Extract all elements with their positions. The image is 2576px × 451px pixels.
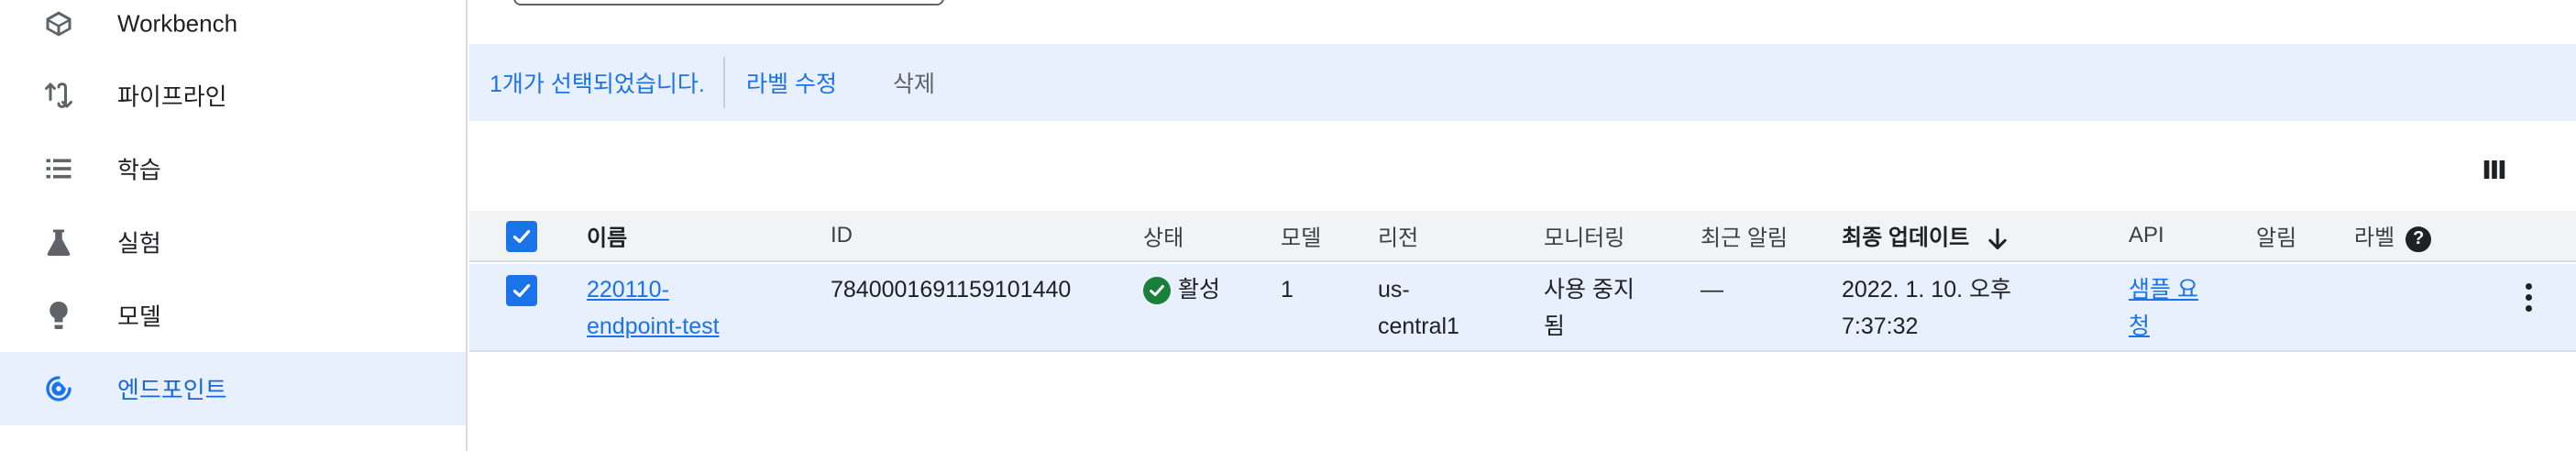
- status-cell: 활성: [1143, 271, 1220, 308]
- sidebar-item-label: 학습: [117, 156, 161, 184]
- table-header: 이름 ID 상태 모델 리전 모니터링 최근 알림 최종 업데이트 API 알림…: [469, 211, 2576, 262]
- delete-button[interactable]: 삭제: [893, 66, 935, 99]
- region-line1: us-: [1378, 277, 1410, 302]
- selection-action-bar: 1개가 선택되었습니다. 라벨 수정 삭제: [469, 44, 2576, 121]
- monitoring-cell: 사용 중지 됨: [1544, 271, 1635, 345]
- select-all-checkbox[interactable]: [506, 221, 537, 252]
- last-update-line2: 7:37:32: [1842, 314, 1919, 339]
- last-update-line1: 2022. 1. 10. 오후: [1842, 277, 2012, 302]
- sidebar: Workbench 파이프라인 학습 실험 모델 엔드포인트: [0, 0, 468, 451]
- monitoring-line1: 사용 중지: [1544, 277, 1635, 302]
- region-line2: central1: [1378, 314, 1459, 339]
- edit-labels-button[interactable]: 라벨 수정: [746, 66, 837, 99]
- column-header-status[interactable]: 상태: [1143, 220, 1183, 252]
- row-checkbox[interactable]: [506, 275, 537, 306]
- column-header-recent-alerts[interactable]: 최근 알림: [1701, 220, 1788, 252]
- column-header-id[interactable]: ID: [831, 223, 853, 248]
- more-actions-icon[interactable]: [2510, 275, 2547, 319]
- selection-count-text: 1개가 선택되었습니다.: [490, 72, 705, 97]
- sidebar-item-pipelines[interactable]: 파이프라인: [0, 59, 466, 132]
- sample-request-line1[interactable]: 샘플 요: [2129, 271, 2198, 308]
- sidebar-item-training[interactable]: 학습: [0, 132, 466, 205]
- sidebar-item-label: 실험: [117, 229, 161, 258]
- sidebar-item-models[interactable]: 모델: [0, 279, 466, 352]
- endpoint-name-link[interactable]: 220110- endpoint-test: [587, 271, 720, 345]
- sidebar-item-endpoints[interactable]: 엔드포인트: [0, 352, 466, 425]
- sort-descending-icon: [1988, 227, 2007, 249]
- sidebar-item-workbench[interactable]: Workbench: [0, 0, 466, 60]
- recent-alerts-cell: —: [1701, 277, 1723, 302]
- app-root: Workbench 파이프라인 학습 실험 모델 엔드포인트 1개가 선택되었습…: [0, 0, 2576, 451]
- column-header-api[interactable]: API: [2129, 223, 2164, 248]
- filter-input[interactable]: [513, 0, 944, 6]
- monitoring-line2: 됨: [1544, 314, 1566, 339]
- checkmark-icon: [512, 229, 531, 244]
- last-update-cell: 2022. 1. 10. 오후 7:37:32: [1842, 271, 2011, 345]
- lightbulb-icon: [40, 297, 77, 334]
- column-header-last-update[interactable]: 최종 업데이트: [1842, 219, 2010, 252]
- column-header-last-update-label: 최종 업데이트: [1842, 226, 1970, 251]
- status-text: 활성: [1178, 277, 1221, 302]
- sidebar-item-label: 모델: [117, 302, 161, 331]
- workbench-icon: [40, 6, 77, 42]
- endpoint-icon: [40, 370, 77, 407]
- column-header-monitoring[interactable]: 모니터링: [1544, 220, 1624, 252]
- endpoint-name-line1[interactable]: 220110-: [587, 271, 720, 308]
- sample-request-link[interactable]: 샘플 요 청: [2129, 271, 2198, 345]
- sidebar-item-label: 엔드포인트: [117, 376, 227, 404]
- column-display-icon: [2483, 160, 2505, 179]
- column-header-name[interactable]: 이름: [587, 220, 627, 252]
- checkmark-icon: [512, 283, 531, 298]
- sidebar-item-label: Workbench: [117, 9, 238, 38]
- column-header-alerts[interactable]: 알림: [2256, 220, 2296, 252]
- sidebar-item-experiments[interactable]: 실험: [0, 205, 466, 279]
- endpoint-name-line2[interactable]: endpoint-test: [587, 308, 720, 345]
- main-content: 1개가 선택되었습니다. 라벨 수정 삭제 이름 ID 상태 모델 리전 모니터…: [469, 0, 2576, 451]
- flask-icon: [40, 224, 77, 260]
- check-circle-icon: [1143, 277, 1171, 305]
- training-list-icon: [40, 150, 77, 187]
- pipeline-icon: [40, 77, 77, 114]
- region-cell: us- central1: [1378, 271, 1459, 345]
- column-header-labels-label: 라벨: [2354, 226, 2395, 251]
- action-bar-divider: [723, 57, 725, 108]
- model-count: 1: [1281, 277, 1294, 302]
- help-icon[interactable]: ?: [2405, 226, 2432, 252]
- column-header-labels[interactable]: 라벨?: [2354, 219, 2432, 252]
- sample-request-line2[interactable]: 청: [2129, 308, 2198, 345]
- column-header-region[interactable]: 리전: [1378, 220, 1418, 252]
- sidebar-item-label: 파이프라인: [117, 82, 227, 111]
- column-display-button[interactable]: [2475, 150, 2514, 189]
- endpoint-id: 7840001691159101440: [831, 277, 1072, 302]
- table-row[interactable]: 220110- endpoint-test 784000169115910144…: [469, 264, 2576, 352]
- column-header-model[interactable]: 모델: [1281, 220, 1321, 252]
